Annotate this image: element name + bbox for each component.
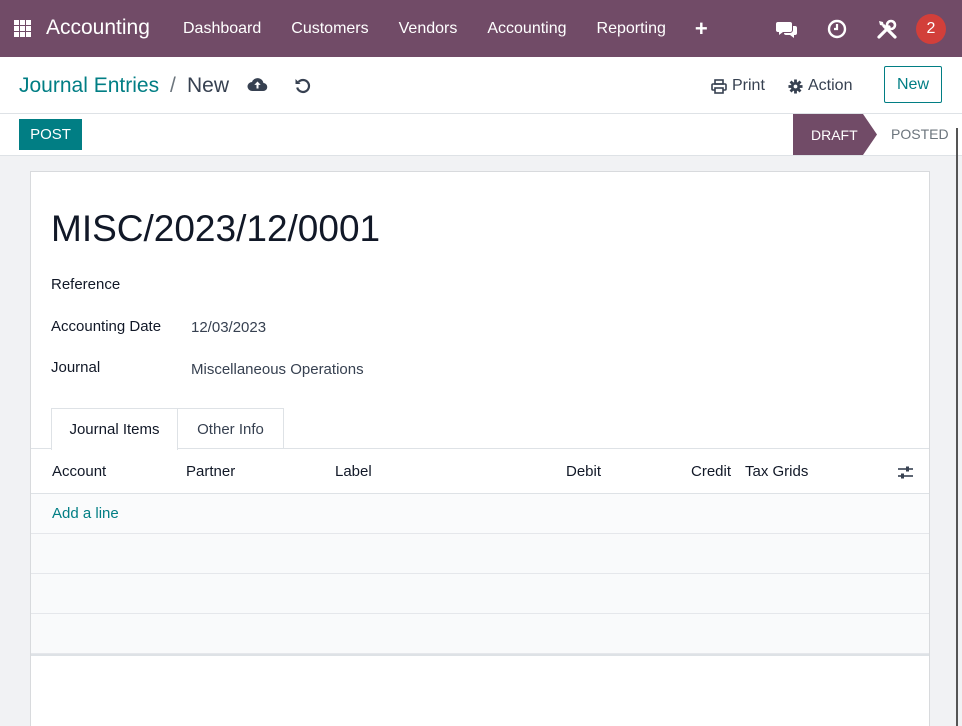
column-partner[interactable]: Partner xyxy=(186,463,235,480)
systray: 2 xyxy=(762,0,946,57)
accounting-date-label: Accounting Date xyxy=(51,318,162,335)
print-label: Print xyxy=(732,77,765,94)
plus-icon[interactable]: + xyxy=(681,16,723,42)
breadcrumb-parent[interactable]: Journal Entries xyxy=(19,74,159,98)
tab-journal-items[interactable]: Journal Items xyxy=(51,408,178,450)
tab-other-info[interactable]: Other Info xyxy=(178,408,284,449)
post-button[interactable]: POST xyxy=(19,119,82,150)
breadcrumb-current: New xyxy=(187,74,230,97)
column-settings-icon[interactable] xyxy=(897,465,914,484)
accounting-date-input[interactable]: 12/03/2023 xyxy=(191,319,266,336)
journal-input[interactable]: Miscellaneous Operations xyxy=(191,361,364,378)
entry-name: MISC/2023/12/0001 xyxy=(51,208,381,249)
column-tax-grids[interactable]: Tax Grids xyxy=(745,463,808,480)
column-credit[interactable]: Credit xyxy=(691,463,731,480)
scrollbar[interactable] xyxy=(956,128,958,726)
apps-menu-icon[interactable] xyxy=(14,20,31,37)
empty-row xyxy=(31,614,929,654)
action-button[interactable]: Action xyxy=(788,77,852,95)
column-account[interactable]: Account xyxy=(52,463,106,480)
menu-reporting[interactable]: Reporting xyxy=(582,20,681,38)
gear-icon xyxy=(788,78,803,94)
chat-icon[interactable] xyxy=(762,0,812,57)
menu-dashboard[interactable]: Dashboard xyxy=(168,20,276,38)
tools-icon[interactable] xyxy=(862,0,912,57)
print-icon xyxy=(711,78,727,94)
add-line-row: Add a line xyxy=(31,494,929,534)
column-debit[interactable]: Debit xyxy=(566,463,601,480)
notification-badge[interactable]: 2 xyxy=(916,13,946,44)
column-label[interactable]: Label xyxy=(335,463,372,480)
menu-accounting[interactable]: Accounting xyxy=(472,20,581,38)
stage-draft[interactable]: DRAFT xyxy=(793,114,877,155)
menu-customers[interactable]: Customers xyxy=(276,20,383,38)
table-footer-divider xyxy=(31,654,929,656)
undo-icon[interactable] xyxy=(294,77,312,99)
form-sheet: MISC/2023/12/0001 Reference Accounting D… xyxy=(30,171,930,726)
top-navbar: Accounting Dashboard Customers Vendors A… xyxy=(0,0,962,57)
table-header: Account Partner Label Debit Credit Tax G… xyxy=(31,449,929,494)
new-button[interactable]: New xyxy=(884,66,942,103)
add-line-link[interactable]: Add a line xyxy=(52,505,119,522)
app-name[interactable]: Accounting xyxy=(46,16,150,40)
action-label: Action xyxy=(808,77,853,94)
cloud-upload-icon[interactable] xyxy=(247,76,268,97)
reference-label: Reference xyxy=(51,276,121,293)
empty-row xyxy=(31,574,929,614)
stage-posted[interactable]: POSTED xyxy=(891,126,949,142)
clock-icon[interactable] xyxy=(812,0,862,57)
print-button[interactable]: Print xyxy=(711,77,765,95)
breadcrumb-separator: / xyxy=(170,74,176,97)
control-panel: Journal Entries / New Print Action xyxy=(0,57,962,114)
reference-input[interactable] xyxy=(191,276,491,296)
main-menu: Dashboard Customers Vendors Accounting R… xyxy=(168,0,723,57)
journal-label: Journal xyxy=(51,359,101,376)
status-bar: POST DRAFT POSTED xyxy=(0,114,962,156)
menu-vendors[interactable]: Vendors xyxy=(384,20,473,38)
empty-row xyxy=(31,534,929,574)
notebook-tabs: Journal Items Other Info xyxy=(31,408,929,450)
